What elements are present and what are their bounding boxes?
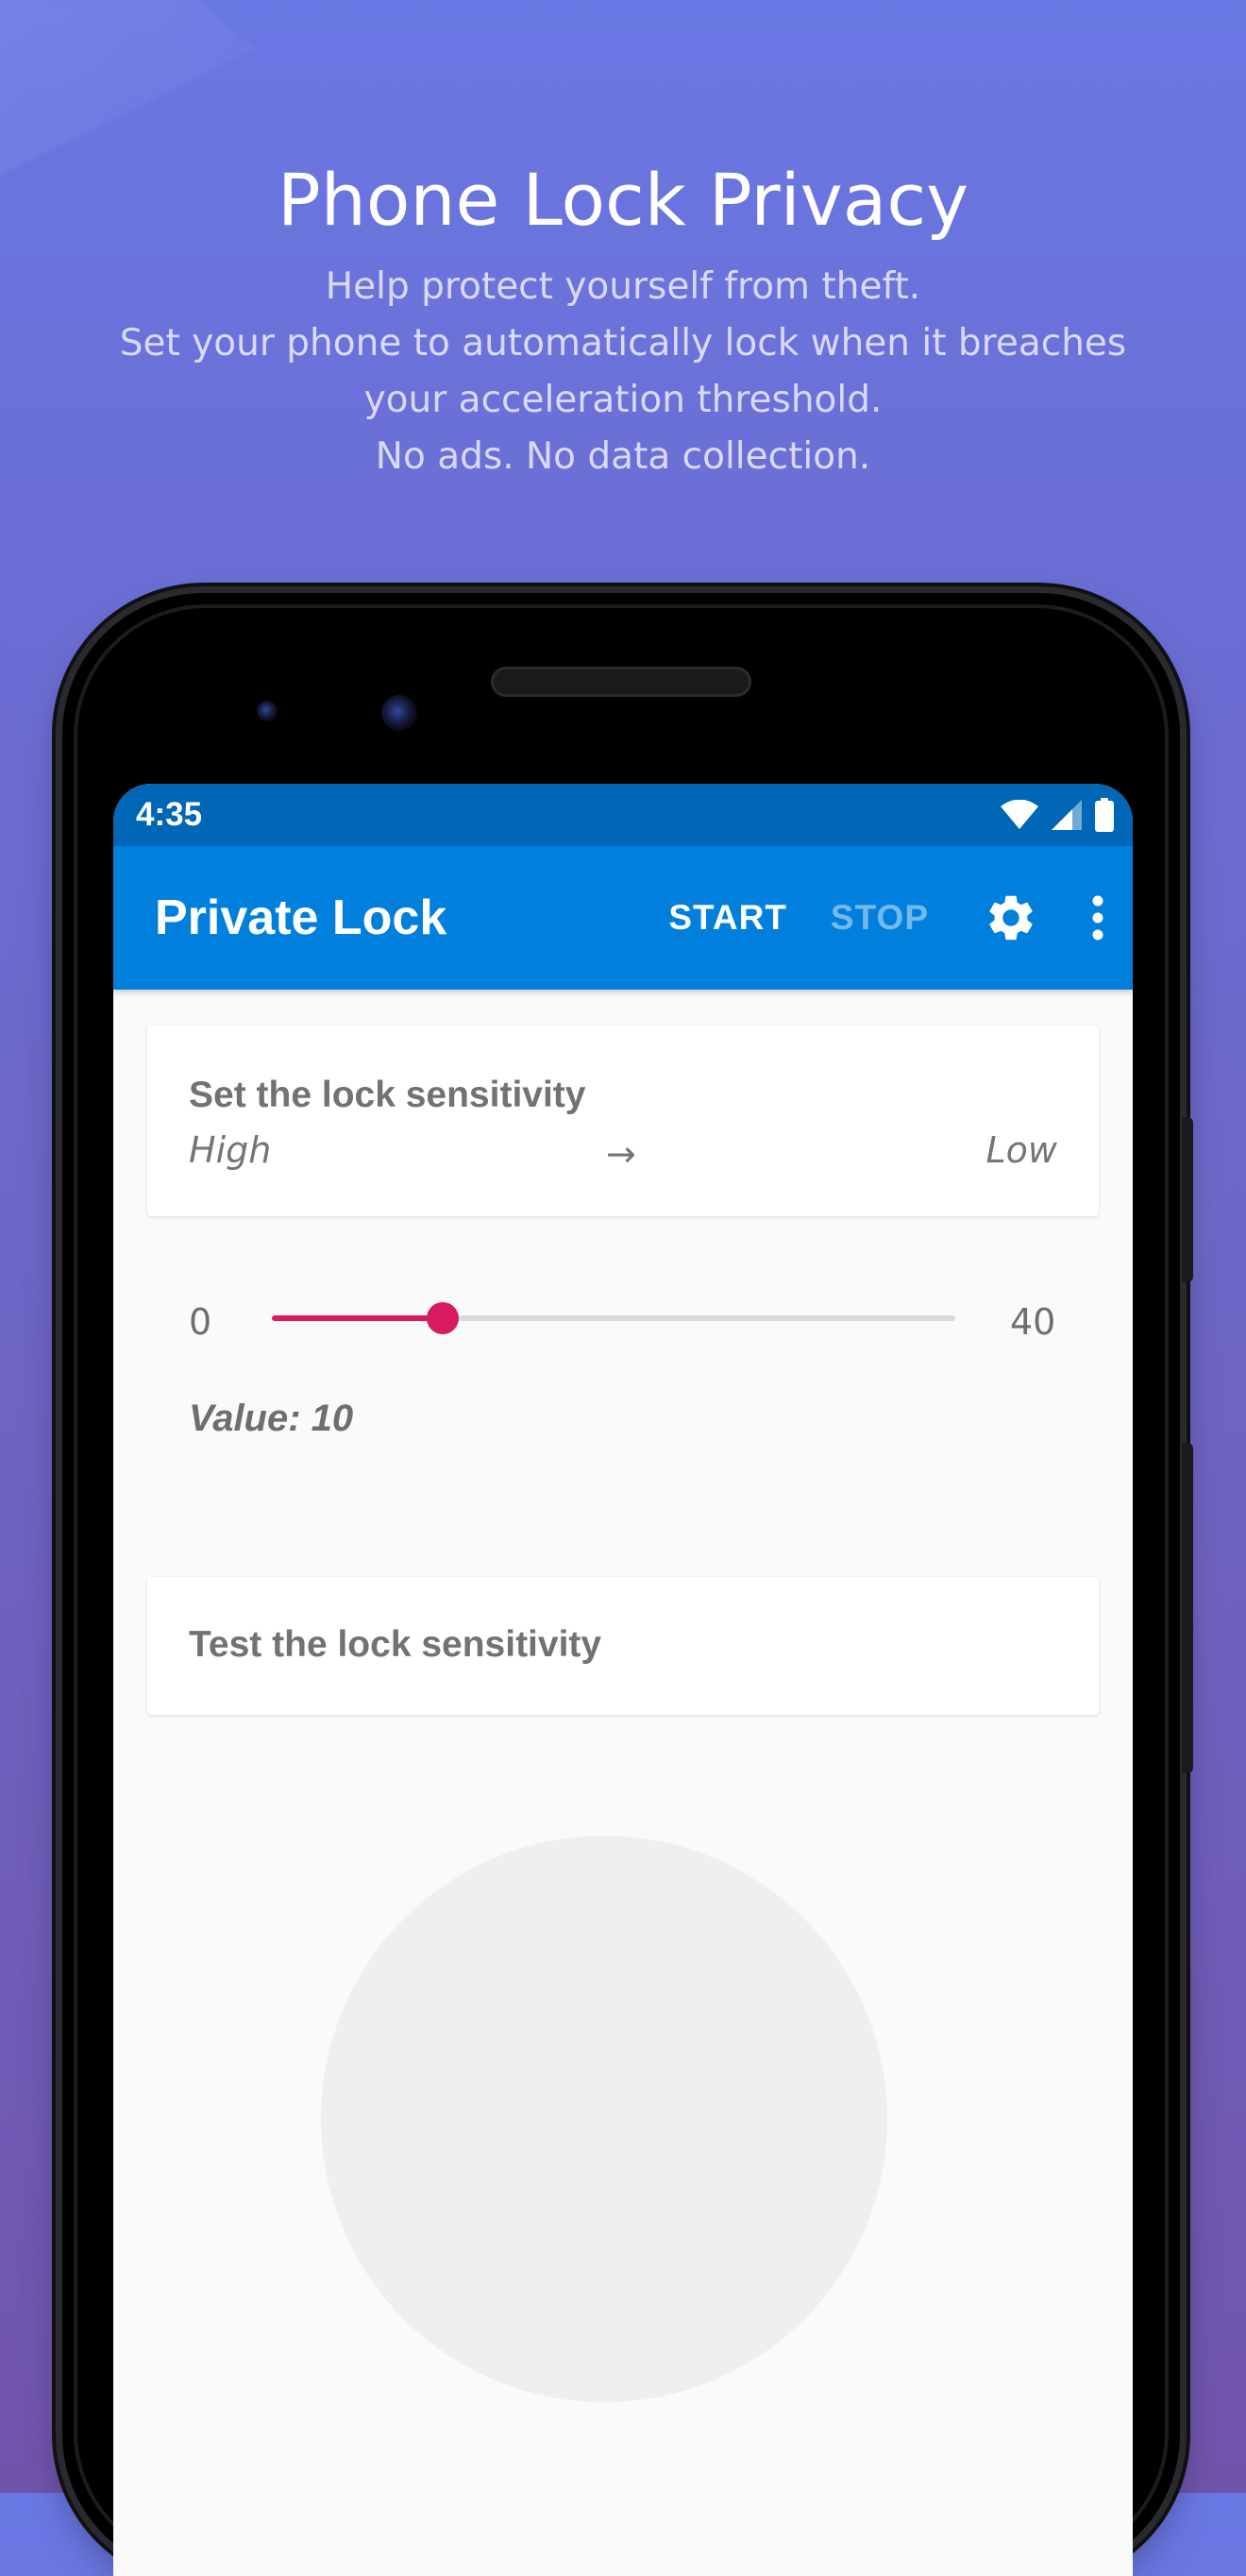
promo-line: Set your phone to automatically lock whe… — [119, 322, 1127, 364]
test-card-title: Test the lock sensitivity — [189, 1624, 602, 1665]
sensitivity-card-title: Set the lock sensitivity — [189, 1075, 586, 1115]
cell-signal-icon — [1052, 800, 1082, 830]
promo-header: Phone Lock Privacy Help protect yourself… — [0, 151, 1246, 485]
app-title: Private Lock — [155, 890, 447, 945]
slider-value-readout: Value: 10 — [189, 1398, 354, 1439]
earpiece-speaker — [491, 667, 751, 697]
promo-title: Phone Lock Privacy — [277, 158, 969, 242]
power-button — [1182, 1117, 1193, 1282]
status-icons — [1001, 798, 1114, 832]
sensitivity-card: Set the lock sensitivity High → Low — [147, 1025, 1099, 1216]
high-label: High — [189, 1129, 272, 1171]
sensitivity-slider[interactable] — [272, 1302, 955, 1334]
promo-line: Help protect yourself from theft. — [325, 265, 921, 308]
start-button[interactable]: START — [668, 898, 787, 938]
slider-min-label: 0 — [189, 1301, 212, 1343]
volume-button — [1182, 1443, 1193, 1773]
status-bar: 4:35 — [113, 784, 1133, 846]
background-facet — [0, 0, 255, 175]
gear-icon[interactable] — [984, 890, 1038, 945]
arrow-right-icon: → — [606, 1133, 636, 1175]
phone-frame: 4:35 Private Lock START STOP Set the loc… — [62, 593, 1193, 2576]
stop-button[interactable]: STOP — [831, 898, 929, 938]
slider-max-label: 40 — [1010, 1301, 1056, 1343]
promo-line: your acceleration threshold. — [363, 379, 883, 421]
battery-icon — [1095, 798, 1114, 832]
overflow-menu-icon[interactable] — [1091, 894, 1104, 941]
promo-line: No ads. No data collection. — [375, 435, 871, 478]
status-time: 4:35 — [136, 796, 203, 833]
promo-description: Help protect yourself from theft. Set yo… — [0, 259, 1246, 485]
slider-thumb[interactable] — [427, 1302, 459, 1334]
front-camera-icon — [381, 695, 417, 731]
proximity-sensor — [257, 701, 278, 721]
test-sensitivity-area[interactable] — [321, 1836, 887, 2402]
wifi-icon — [1001, 800, 1038, 829]
test-card: Test the lock sensitivity — [147, 1577, 1099, 1715]
low-label: Low — [985, 1129, 1058, 1171]
phone-screen: 4:35 Private Lock START STOP Set the loc… — [113, 784, 1133, 2576]
app-toolbar: Private Lock START STOP — [113, 846, 1133, 990]
slider-fill — [272, 1315, 443, 1321]
